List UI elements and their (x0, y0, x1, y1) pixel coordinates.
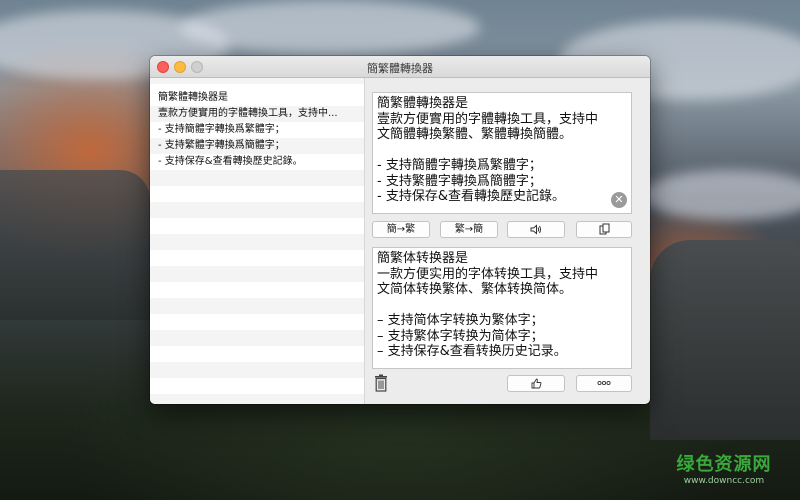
source-line: 壹款方便實用的字體轉換工具，支持中 (377, 111, 599, 127)
result-text-area[interactable]: 簡繁体转换器是 一款方便实用的字体转换工具，支持中 文简体转换繁体、繁体转换简体… (372, 247, 632, 369)
thumbs-up-icon (531, 378, 541, 388)
window-title: 簡繁體轉換器 (367, 62, 433, 75)
delete-button[interactable] (374, 374, 388, 392)
source-line: - 支持簡體字轉換爲繁體字； (377, 158, 542, 173)
result-line: – 支持繁体字转换为简体字； (377, 328, 544, 344)
speak-button[interactable] (507, 221, 565, 238)
history-item[interactable]: - 支持繁體字轉換爲簡體字； (150, 138, 364, 154)
copy-button[interactable] (576, 221, 632, 238)
source-line: - 支持繁體字轉換爲簡體字； (377, 173, 542, 189)
history-list[interactable]: 簡繁體轉換器是 壹款方便實用的字體轉換工具，支持中... - 支持簡體字轉換爲繁… (150, 78, 365, 404)
title-bar[interactable]: 簡繁體轉換器 (150, 56, 650, 78)
clear-icon[interactable]: ✕ (611, 192, 627, 208)
result-line: 簡繁体转换器是 (377, 251, 469, 266)
watermark-url: www.downcc.com (683, 476, 765, 486)
source-text-area[interactable]: 簡繁體轉換器是 壹款方便實用的字體轉換工具，支持中 文簡體轉換繁體、繁體轉換簡體… (372, 92, 632, 214)
copy-icon (599, 223, 609, 235)
more-button[interactable] (576, 375, 632, 392)
history-item[interactable]: 壹款方便實用的字體轉換工具，支持中... (150, 106, 364, 122)
watermark-name: 绿色资源网 (676, 454, 772, 475)
site-watermark: 绿色资源网 www.downcc.com (664, 450, 784, 486)
app-window: 簡繁體轉換器 簡繁體轉換器是 壹款方便實用的字體轉換工具，支持中... - 支持… (150, 56, 650, 404)
result-line (377, 298, 631, 314)
result-line: – 支持保存&查看转换历史记录。 (377, 344, 567, 359)
history-item[interactable]: - 支持保存&查看轉換歷史記錄。 (150, 154, 364, 170)
source-line (377, 143, 631, 159)
result-line: 一款方便实用的字体转换工具，支持中 (377, 266, 599, 282)
history-item[interactable]: 簡繁體轉換器是 (150, 90, 364, 106)
speaker-icon (530, 223, 541, 235)
to-traditional-button[interactable]: 簡→繁 (372, 221, 430, 238)
source-line: - 支持保存&查看轉換歷史記錄。 (377, 189, 565, 204)
like-button[interactable] (507, 375, 565, 392)
source-line: 文簡體轉換繁體、繁體轉換簡體。 (377, 127, 573, 142)
history-item[interactable]: - 支持簡體字轉換爲繁體字； (150, 122, 364, 138)
more-icon (597, 380, 611, 386)
trash-icon (375, 374, 387, 392)
result-line: – 支持简体字转换为繁体字； (377, 313, 544, 328)
result-line: 文简体转换繁体、繁体转换简体。 (377, 282, 573, 297)
to-simplified-button[interactable]: 繁→簡 (440, 221, 498, 238)
source-line: 簡繁體轉換器是 (377, 96, 469, 111)
